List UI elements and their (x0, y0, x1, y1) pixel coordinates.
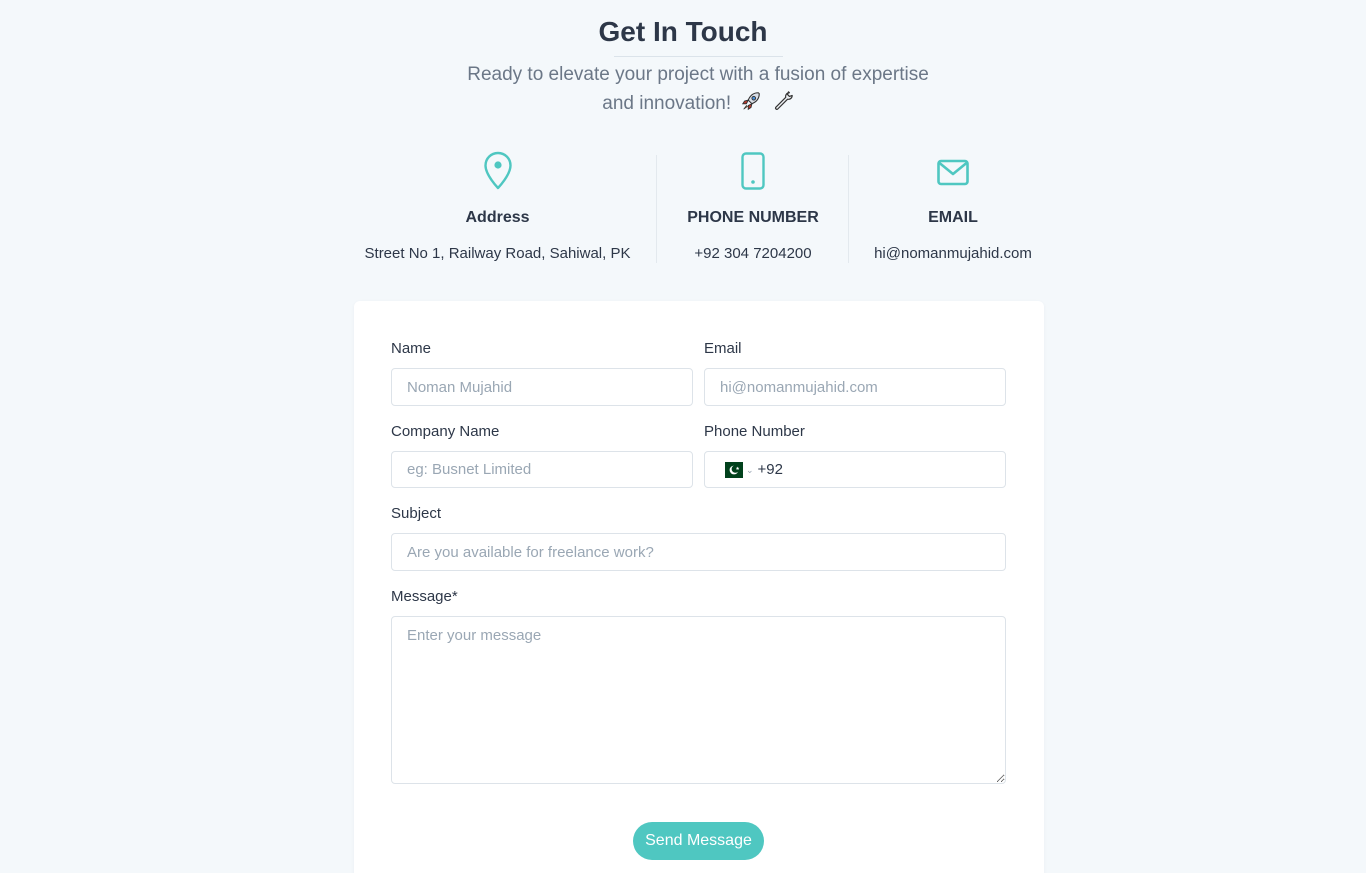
contact-address: Address Street No 1, Railway Road, Sahiw… (355, 150, 640, 264)
subject-label: Subject (391, 505, 442, 522)
subject-input[interactable] (391, 533, 1006, 571)
email-field-label: Email (704, 340, 742, 357)
pakistan-flag-icon (719, 461, 743, 478)
send-message-button[interactable]: Send Message (633, 822, 764, 860)
name-input[interactable] (391, 368, 693, 406)
mail-icon (937, 159, 969, 186)
info-divider (656, 155, 657, 263)
company-label: Company Name (391, 423, 500, 440)
country-select[interactable]: ⌄ (719, 461, 758, 478)
email-input[interactable] (704, 368, 1006, 406)
smartphone-icon (741, 152, 765, 190)
address-value: Street No 1, Railway Road, Sahiwal, PK (364, 245, 631, 262)
info-divider (848, 155, 849, 263)
email-value: hi@nomanmujahid.com (874, 245, 1032, 262)
message-textarea[interactable] (391, 616, 1006, 784)
email-label: EMAIL (928, 209, 978, 226)
rocket-icon (742, 92, 761, 111)
map-pin-icon (483, 151, 512, 190)
page-subtitle: Ready to elevate your project with a fus… (433, 60, 963, 118)
company-input[interactable] (391, 451, 693, 488)
contact-phone: PHONE NUMBER +92 304 7204200 (663, 150, 843, 264)
message-label: Message* (391, 588, 458, 605)
phone-label: PHONE NUMBER (687, 209, 819, 226)
subtitle-line-1: Ready to elevate your project with a fus… (467, 64, 929, 85)
title-divider (614, 56, 783, 57)
phone-value: +92 304 7204200 (694, 245, 812, 262)
phone-field-label: Phone Number (704, 423, 805, 440)
page-title: Get In Touch (598, 16, 768, 47)
subtitle-line-2: and innovation! (602, 93, 732, 114)
phone-input[interactable]: ⌄ +92 (704, 451, 1006, 488)
contact-email: EMAIL hi@nomanmujahid.com (858, 150, 1048, 264)
wrench-icon (774, 91, 793, 110)
chevron-down-icon: ⌄ (746, 464, 754, 475)
address-label: Address (465, 209, 530, 226)
phone-input-value: +92 (757, 461, 783, 478)
name-label: Name (391, 340, 432, 357)
